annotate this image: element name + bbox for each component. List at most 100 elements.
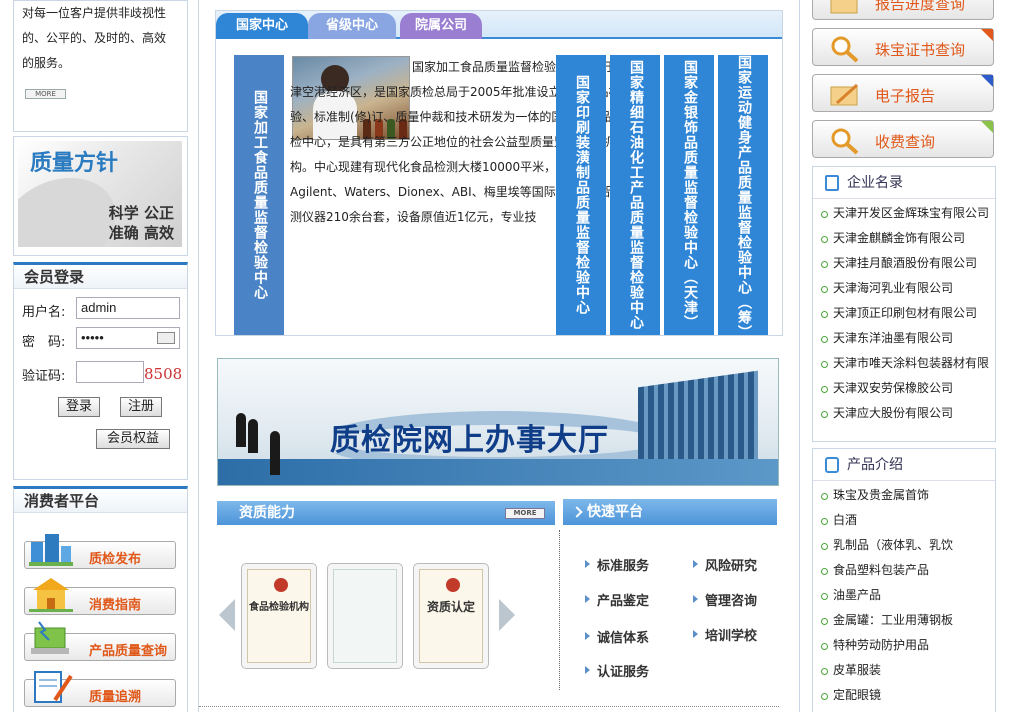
product-item[interactable]: 白酒 — [813, 508, 995, 533]
login-button[interactable]: 登录 — [58, 397, 100, 417]
username-input[interactable]: admin — [76, 297, 180, 319]
consumer-item-guide[interactable]: 消费指南 — [24, 578, 176, 615]
company-item[interactable]: 天津海河乳业有限公司 — [813, 276, 995, 301]
company-item[interactable]: 天津金麒麟金饰有限公司 — [813, 226, 995, 251]
qualification-title: 资质能力 — [239, 505, 295, 521]
quick-platform-section: 快速平台 标准服务 风险研究 产品鉴定 管理咨询 诚信体系 培训学校 认证服务 — [563, 499, 777, 689]
vertical-title-food-center[interactable]: 国家加工食品质量监督检验中心 — [234, 55, 284, 335]
tab-bar: 国家中心 省级中心 院属公司 — [216, 11, 782, 39]
product-item[interactable]: 皮革服装 — [813, 658, 995, 683]
captcha-input[interactable] — [76, 361, 144, 383]
qualification-section: 资质能力 MORE 食品检验机构 资质认定 — [217, 501, 555, 691]
product-item[interactable]: 金属罐：工业用薄钢板 — [813, 608, 995, 633]
prev-arrow-icon[interactable] — [219, 599, 235, 631]
slogan-line-1: 科学 公正 — [108, 204, 174, 222]
intro-more-button[interactable]: MORE — [25, 89, 66, 99]
banner-text: 质检院网上办事大厅 — [330, 423, 609, 458]
quick-link-risk[interactable]: 风险研究 — [691, 555, 757, 574]
computer-icon — [31, 621, 69, 654]
quick-link-integrity[interactable]: 诚信体系 — [583, 627, 649, 646]
product-list: 珠宝及贵金属首饰 白酒 乳制品（液体乳、乳饮 食品塑料包装产品 油墨产品 金属罐… — [813, 481, 995, 708]
certificate-inner: 食品检验机构 — [247, 569, 311, 663]
e-report-label: 电子报告 — [875, 87, 936, 105]
consumer-platform-title: 消费者平台 — [14, 489, 187, 513]
tab-provincial-center[interactable]: 省级中心 — [308, 13, 396, 39]
fee-query-button[interactable]: 收费查询 — [812, 120, 994, 158]
company-item[interactable]: 天津东洋油墨有限公司 — [813, 326, 995, 351]
company-item[interactable]: 天津开发区金辉珠宝有限公司 — [813, 201, 995, 226]
consumer-item-label: 产品质量查询 — [89, 644, 168, 659]
emblem-icon — [274, 578, 288, 592]
consumer-item-traceability[interactable]: 质量追溯 — [24, 671, 176, 707]
password-dots: ••••• — [81, 330, 104, 345]
product-item[interactable]: 定配眼镜 — [813, 683, 995, 708]
company-item[interactable]: 天津顶正印刷包材有限公司 — [813, 301, 995, 326]
report-progress-button[interactable]: 报告进度查询 — [812, 0, 994, 20]
buildings-icon — [29, 534, 73, 566]
clipboard-pencil-icon — [34, 671, 73, 703]
consumer-item-label: 消费指南 — [89, 598, 142, 613]
magnifier-icon — [831, 128, 859, 155]
box-icon — [825, 457, 839, 473]
divider — [559, 530, 560, 690]
online-service-hall-banner[interactable]: 质检院网上办事大厅 — [217, 358, 779, 486]
member-rights-button[interactable]: 会员权益 — [96, 429, 170, 449]
page: 对每一位客户提供非歧视性 的、公平的、及时的、高效 的服务。 MORE 质量方针… — [0, 0, 1010, 712]
next-arrow-icon[interactable] — [499, 599, 515, 631]
company-item[interactable]: 天津挂月酿酒股份有限公司 — [813, 251, 995, 276]
keyboard-icon[interactable] — [157, 332, 175, 344]
company-directory-panel: 企业名录 天津开发区金辉珠宝有限公司 天津金麒麟金饰有限公司 天津挂月酿酒股份有… — [812, 166, 996, 442]
vertical-title-jewelry-center[interactable]: 国家金银饰品质量监督检验中心（天津） — [664, 55, 714, 335]
qualification-more-button[interactable]: MORE — [505, 508, 545, 519]
register-button[interactable]: 注册 — [120, 397, 162, 417]
product-item[interactable]: 油墨产品 — [813, 583, 995, 608]
password-input[interactable]: ••••• — [76, 327, 180, 349]
username-label: 用户名: — [22, 305, 66, 320]
certificate-1[interactable]: 食品检验机构 — [241, 563, 317, 669]
quality-policy-banner[interactable]: 质量方针 科学 公正 准确 高效 — [18, 141, 182, 247]
company-item[interactable]: 天津应大股份有限公司 — [813, 401, 995, 426]
company-item[interactable]: 天津双安劳保橡胶公司 — [813, 376, 995, 401]
document-icon — [830, 0, 858, 14]
company-item[interactable]: 天津市唯天涂料包装器材有限 — [813, 351, 995, 376]
corner-marker — [981, 29, 993, 41]
fee-query-label: 收费查询 — [875, 133, 936, 151]
consumer-item-label: 质量追溯 — [89, 690, 142, 705]
certificate-inner: 资质认定 — [419, 569, 483, 663]
product-item[interactable]: 珠宝及贵金属首饰 — [813, 483, 995, 508]
centers-tab-box: 国家中心 省级中心 院属公司 国家加工食品质量监督检验中心 国家加工食品质量监督… — [215, 10, 783, 340]
tab-affiliated-company[interactable]: 院属公司 — [400, 13, 482, 39]
quick-link-certification[interactable]: 认证服务 — [583, 661, 649, 680]
product-item[interactable]: 特种劳动防护用品 — [813, 633, 995, 658]
banner-figure — [248, 419, 258, 453]
certificate-inner — [333, 569, 397, 663]
corner-marker — [981, 75, 993, 87]
quick-platform-header: 快速平台 — [563, 499, 777, 525]
banner-blue-strip — [218, 459, 778, 485]
e-report-button[interactable]: 电子报告 — [812, 74, 994, 112]
quick-link-training[interactable]: 培训学校 — [691, 625, 757, 644]
quality-policy-title: 质量方针 — [30, 150, 119, 176]
vertical-title-printing-center[interactable]: 国家印刷装潢制品质量监督检验中心 — [556, 55, 606, 335]
tab-national-center[interactable]: 国家中心 — [216, 13, 308, 39]
jewelry-cert-query-button[interactable]: 珠宝证书查询 — [812, 28, 994, 66]
quality-policy-slogan: 科学 公正 准确 高效 — [109, 203, 174, 243]
certificate-2[interactable] — [327, 563, 403, 669]
product-item[interactable]: 乳制品（液体乳、乳饮 — [813, 533, 995, 558]
consumer-item-quality-query[interactable]: 产品质量查询 — [24, 621, 176, 661]
captcha-image[interactable]: 8508 — [144, 365, 182, 383]
quick-link-standard[interactable]: 标准服务 — [583, 555, 649, 574]
emblem-icon — [446, 578, 460, 592]
login-title: 会员登录 — [14, 265, 187, 289]
company-directory-header: 企业名录 — [813, 167, 995, 199]
corner-marker — [981, 121, 993, 133]
quick-link-appraisal[interactable]: 产品鉴定 — [583, 590, 649, 609]
quick-link-consulting[interactable]: 管理咨询 — [691, 590, 757, 609]
bottom-divider — [199, 706, 779, 707]
vertical-title-sports-center[interactable]: 国家运动健身产品质量监督检验中心（筹） — [718, 55, 768, 340]
consumer-item-inspection-release[interactable]: 质检发布 — [24, 534, 176, 569]
vertical-title-petrochemical-center[interactable]: 国家精细石油化工产品质量监督检验中心 — [610, 55, 660, 335]
product-item[interactable]: 食品塑料包装产品 — [813, 558, 995, 583]
certificate-3[interactable]: 资质认定 — [413, 563, 489, 669]
product-intro-title: 产品介绍 — [847, 457, 903, 473]
